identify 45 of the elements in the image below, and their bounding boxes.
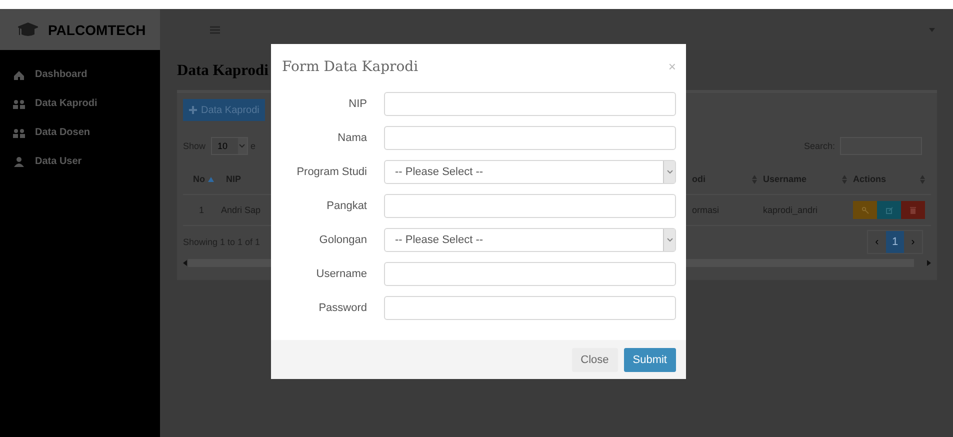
- field-label: Program Studi: [296, 166, 368, 178]
- delete-button[interactable]: [901, 201, 925, 219]
- scroll-right-icon[interactable]: [926, 260, 931, 266]
- edit-button[interactable]: [877, 201, 901, 219]
- text-field[interactable]: [384, 126, 676, 150]
- plus-icon: [189, 106, 197, 114]
- field-label: Password: [318, 302, 368, 314]
- page-length-select[interactable]: 10: [210, 137, 248, 155]
- field-label: Username: [315, 268, 368, 280]
- sidebar-item[interactable]: Dashboard: [0, 60, 160, 89]
- menu-icon[interactable]: [210, 26, 220, 34]
- chevron-down-icon: [666, 170, 672, 174]
- page-title: Data Kaprodi: [177, 62, 268, 80]
- text-field[interactable]: [384, 92, 676, 116]
- chevron-down-icon: [666, 238, 672, 242]
- field-label: NIP: [348, 98, 368, 110]
- edit-icon: [886, 206, 892, 214]
- key-icon: [862, 206, 868, 214]
- close-button[interactable]: Close: [572, 348, 618, 372]
- sidebar-item[interactable]: Data User: [0, 147, 160, 176]
- previous-page-button[interactable]: ‹: [868, 231, 886, 253]
- sidebar-item[interactable]: Data Kaprodi: [0, 89, 160, 118]
- submit-button[interactable]: Submit: [624, 348, 676, 372]
- sidebar-item-icon: [13, 126, 25, 138]
- page-button[interactable]: 1: [886, 231, 904, 253]
- trash-icon: [910, 206, 916, 214]
- password-field[interactable]: [384, 296, 676, 320]
- field-label: Nama: [336, 132, 368, 144]
- key-button[interactable]: [853, 201, 877, 219]
- sidebar-item-icon: [13, 68, 25, 80]
- field-label: Pangkat: [326, 200, 368, 212]
- next-page-button[interactable]: ›: [904, 231, 922, 253]
- close-button[interactable]: ×: [668, 59, 676, 74]
- sidebar-item-icon: [13, 156, 25, 168]
- text-field[interactable]: [384, 262, 676, 286]
- sidebar-item-icon: [13, 98, 25, 110]
- select-field[interactable]: -- Please Select --: [384, 228, 676, 252]
- graduation-cap-icon: [18, 22, 38, 38]
- chevron-down-icon: [239, 144, 246, 148]
- brand-name: PALCOMTECH: [48, 22, 146, 38]
- select-field[interactable]: -- Please Select --: [384, 160, 676, 184]
- text-field[interactable]: [384, 194, 676, 218]
- field-label: Golongan: [318, 234, 368, 246]
- sidebar-item[interactable]: Data Dosen: [0, 118, 160, 147]
- dialog-title: Form Data Kaprodi: [282, 58, 418, 74]
